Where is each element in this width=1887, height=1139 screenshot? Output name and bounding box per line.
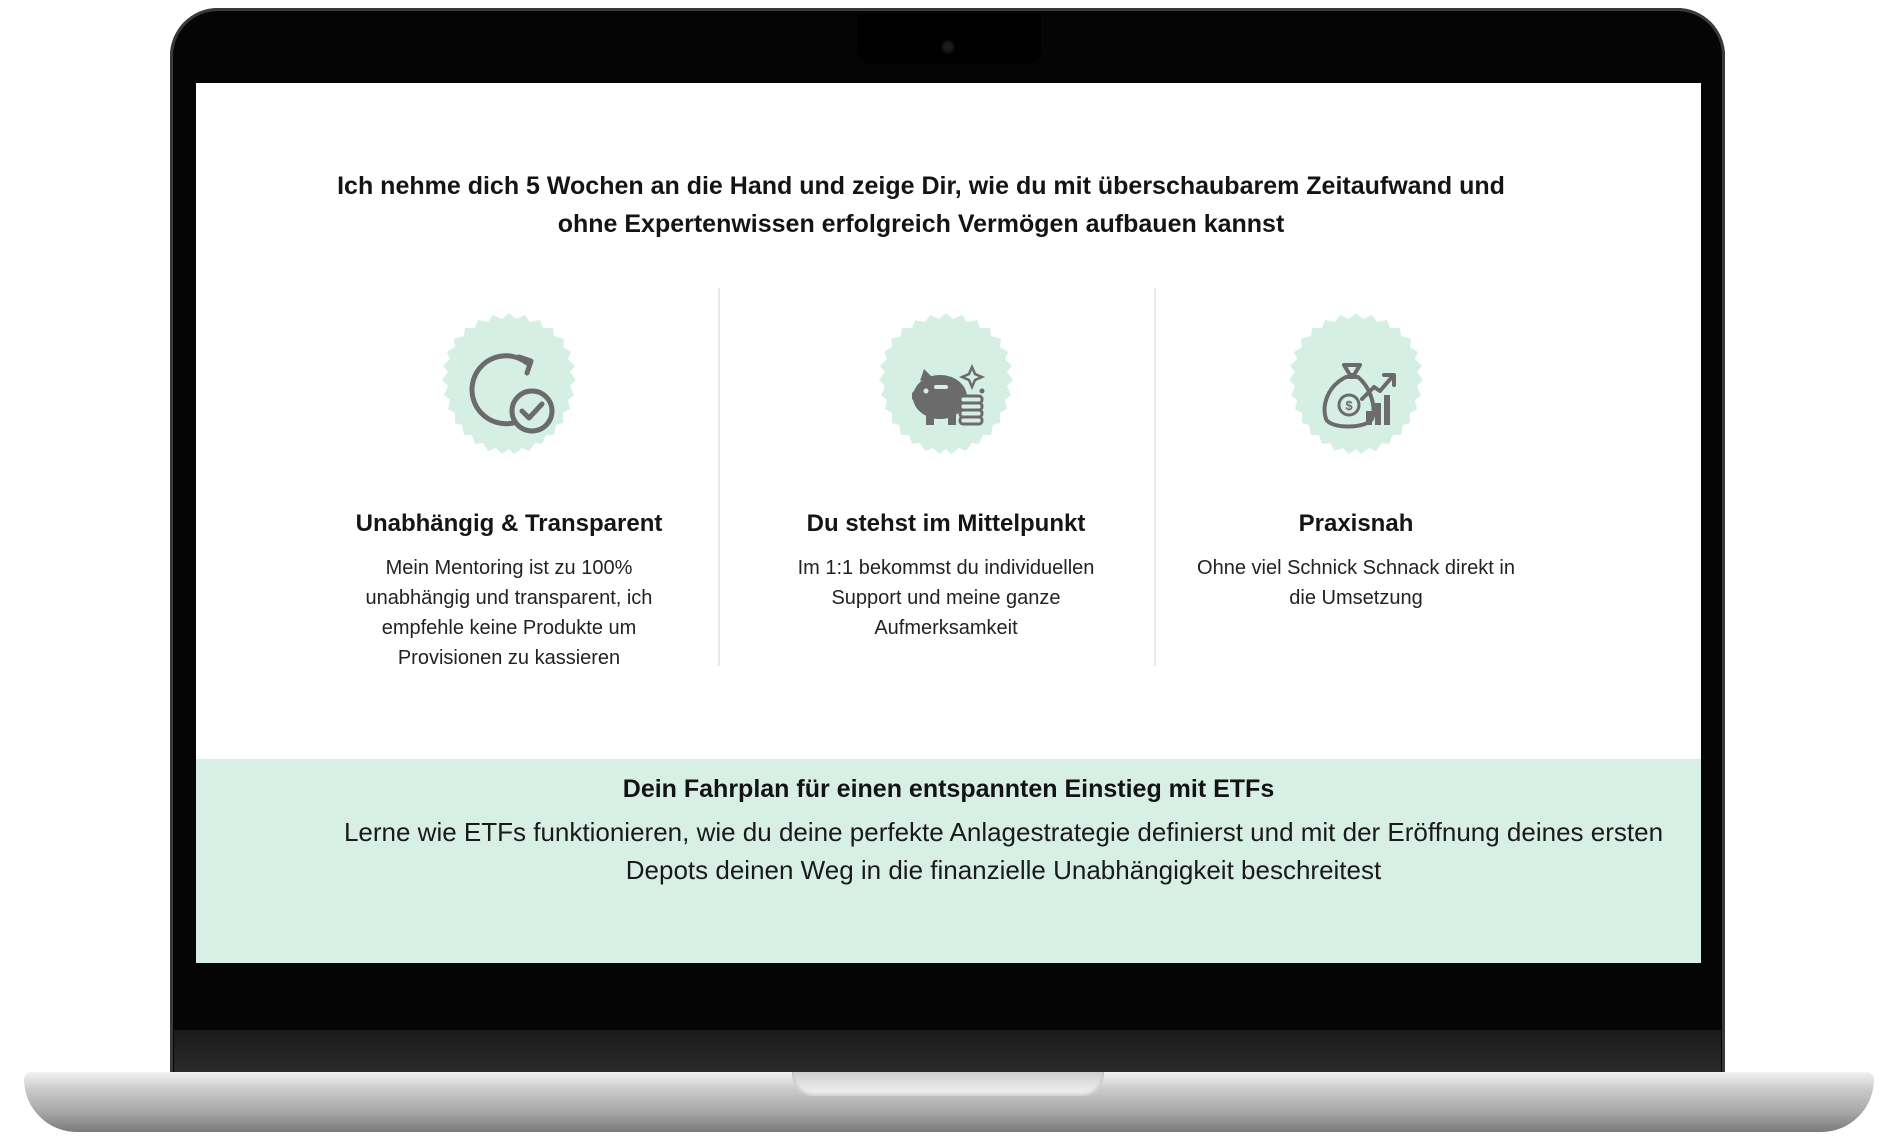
refresh-check-icon: [469, 353, 555, 434]
svg-text:$: $: [1345, 398, 1353, 413]
money-bag-chart-icon: $: [1322, 363, 1396, 429]
piggy-bank-icon: [912, 363, 986, 426]
column-divider: [718, 288, 720, 666]
screen: Ich nehme dich 5 Wochen an die Hand und …: [196, 83, 1701, 963]
feature-card: $ Praxisnah Ohne viel Schnick Schnack di…: [1166, 311, 1546, 613]
camera-notch: [857, 14, 1041, 64]
column-divider: [1154, 288, 1156, 666]
band-text: Lerne wie ETFs funktionieren, wie du dei…: [343, 817, 1664, 885]
feature-card: Unabhängig & Transparent Mein Mentoring …: [319, 311, 699, 673]
feature-description: Ohne viel Schnick Schnack direkt in die …: [1197, 557, 1515, 609]
feature-card: Du stehst im Mittelpunkt Im 1:1 bekommst…: [756, 311, 1136, 643]
feature-description: Mein Mentoring ist zu 100% unabhängig un…: [365, 557, 653, 669]
camera-icon: [943, 42, 953, 52]
feature-title: Du stehst im Mittelpunkt: [806, 510, 1086, 537]
etf-roadmap-band: Dein Fahrplan für einen entspannten Eins…: [196, 759, 1701, 963]
feature-title: Unabhängig & Transparent: [355, 510, 663, 537]
page-headline: Ich nehme dich 5 Wochen an die Hand und …: [337, 172, 1505, 238]
laptop-opening-lip: [792, 1072, 1104, 1096]
feature-badge: [427, 311, 591, 475]
feature-badge: $: [1274, 311, 1438, 475]
feature-description: Im 1:1 bekommst du individuellen Support…: [797, 557, 1095, 639]
band-title: Dein Fahrplan für einen entspannten Eins…: [622, 775, 1275, 803]
laptop-hinge: [174, 1030, 1721, 1072]
feature-title: Praxisnah: [1298, 510, 1414, 537]
feature-badge: [864, 311, 1028, 475]
